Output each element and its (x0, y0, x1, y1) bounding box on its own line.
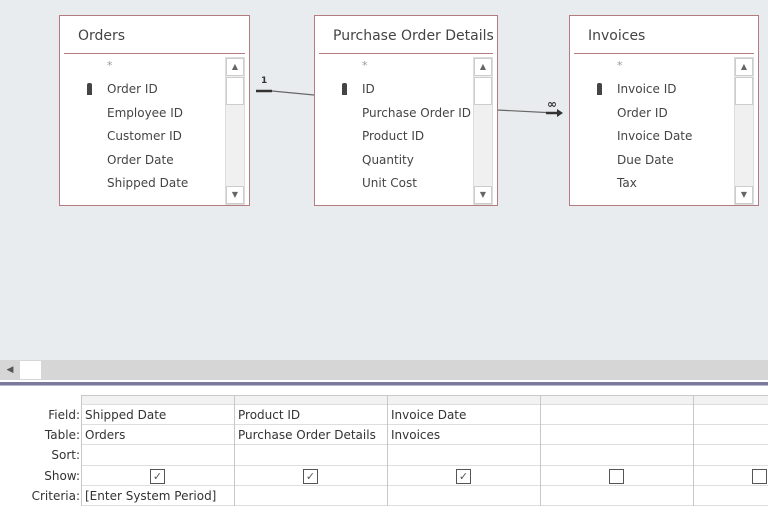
row-label: Table: (44, 428, 80, 443)
table-box-2[interactable]: Invoices * Invoice ID Order ID Invoice Date… (569, 15, 759, 206)
table-cell[interactable]: Orders (82, 425, 234, 446)
sort-cell[interactable] (235, 445, 387, 466)
show-checkbox[interactable]: ✓ (303, 468, 318, 484)
field-list-item[interactable]: Employee ID (60, 102, 249, 126)
field-list-item[interactable]: Order ID (60, 78, 249, 102)
vertical-scrollbar[interactable]: ▲ ▼ (734, 57, 754, 205)
vertical-scrollbar[interactable]: ▲ ▼ (473, 57, 493, 205)
show-cell (694, 466, 768, 486)
field-cell[interactable]: Product ID (235, 405, 387, 426)
field-list-item[interactable]: Invoice Date (570, 125, 758, 149)
scroll-thumb[interactable] (20, 361, 41, 379)
field-list-item[interactable]: Purchase Order ID (315, 102, 497, 126)
scroll-up-arrow-icon[interactable]: ▲ (474, 58, 492, 76)
column-selector[interactable] (82, 395, 234, 405)
show-cell: ✓ (388, 466, 540, 486)
criteria-cell[interactable] (541, 486, 693, 506)
table-cell[interactable] (694, 425, 768, 446)
sort-cell[interactable] (541, 445, 693, 466)
primary-key-icon (342, 83, 347, 95)
show-cell: ✓ (82, 466, 234, 486)
criteria-cell[interactable] (235, 486, 387, 506)
grid-column: Product ID Purchase Order Details ✓ (234, 395, 387, 506)
field-cell[interactable]: Shipped Date (82, 405, 234, 426)
scroll-thumb[interactable] (474, 77, 492, 105)
criteria-cell[interactable]: [Enter System Period] (82, 486, 234, 506)
table-title: Invoices (588, 28, 646, 44)
show-checkbox[interactable] (609, 468, 624, 484)
show-checkbox[interactable] (752, 468, 767, 484)
show-checkbox[interactable]: ✓ (456, 468, 471, 484)
show-cell: ✓ (235, 466, 387, 486)
field-list-item[interactable]: Shipped Date (60, 172, 249, 196)
sort-cell[interactable] (694, 445, 768, 466)
show-cell (541, 466, 693, 486)
scroll-down-arrow-icon[interactable]: ▼ (474, 186, 492, 204)
table-cell[interactable] (541, 425, 693, 446)
table-cell[interactable]: Purchase Order Details (235, 425, 387, 446)
sort-cell[interactable] (82, 445, 234, 466)
field-list-item[interactable]: Quantity (315, 149, 497, 173)
grid-column: Invoice Date Invoices ✓ (387, 395, 540, 506)
primary-key-icon (597, 83, 602, 95)
scroll-up-arrow-icon[interactable]: ▲ (226, 58, 244, 76)
column-selector[interactable] (235, 395, 387, 405)
row-label: Sort: (51, 448, 80, 463)
table-title: Purchase Order Details (333, 28, 494, 44)
field-list-item[interactable]: Invoice ID (570, 78, 758, 102)
field-list-item[interactable]: ID (315, 78, 497, 102)
show-checkbox[interactable]: ✓ (150, 468, 165, 484)
field-list-item[interactable]: Due Date (570, 149, 758, 173)
table-box-0[interactable]: Orders * Order ID Employee ID Customer ID Or… (59, 15, 250, 206)
row-label: Field: (48, 408, 80, 422)
criteria-cell[interactable] (388, 486, 540, 506)
row-label: Show: (44, 468, 80, 483)
one-side-label: 1 (261, 76, 268, 86)
sort-cell[interactable] (388, 445, 540, 466)
many-side-label: ∞ (547, 97, 557, 111)
field-list-item[interactable]: Order ID (570, 102, 758, 126)
column-selector[interactable] (541, 395, 693, 405)
primary-key-icon (87, 83, 92, 95)
criteria-cell[interactable] (694, 486, 768, 506)
field-cell[interactable] (694, 405, 768, 426)
field-cell[interactable] (541, 405, 693, 426)
grid-column: Shipped Date Orders ✓ [Enter System Period] (81, 395, 234, 506)
table-cell[interactable]: Invoices (388, 425, 540, 446)
scroll-thumb[interactable] (226, 77, 244, 105)
field-list-item[interactable]: * (315, 58, 497, 78)
scroll-thumb[interactable] (735, 77, 753, 105)
row-label: Criteria: (31, 488, 80, 503)
field-list-item[interactable]: * (60, 58, 249, 78)
vertical-scrollbar[interactable]: ▲ ▼ (225, 57, 245, 205)
table-title: Orders (78, 28, 126, 44)
field-cell[interactable]: Invoice Date (388, 405, 540, 426)
pane-splitter[interactable] (0, 382, 768, 386)
field-list-item[interactable]: Unit Cost (315, 172, 497, 196)
table-box-1[interactable]: Purchase Order Details * ID Purchase Order… (314, 15, 498, 206)
scroll-down-arrow-icon[interactable]: ▼ (226, 186, 244, 204)
scroll-up-arrow-icon[interactable]: ▲ (735, 58, 753, 76)
query-design-grid: Field: Table: Sort: Show: Criteria: Shipped D… (0, 395, 768, 506)
grid-column (693, 395, 768, 506)
field-list-item[interactable]: Customer ID (60, 125, 249, 149)
field-list-item[interactable]: * (570, 58, 758, 78)
scroll-left-arrow-icon[interactable]: ◀ (2, 362, 18, 378)
column-selector[interactable] (694, 395, 768, 405)
field-list-item[interactable]: Order Date (60, 149, 249, 173)
field-list-item[interactable]: Product ID (315, 125, 497, 149)
horizontal-scrollbar[interactable]: ◀ (0, 360, 768, 380)
grid-column (540, 395, 693, 506)
scroll-down-arrow-icon[interactable]: ▼ (735, 186, 753, 204)
field-list-item[interactable]: Tax (570, 172, 758, 196)
column-selector[interactable] (388, 395, 540, 405)
